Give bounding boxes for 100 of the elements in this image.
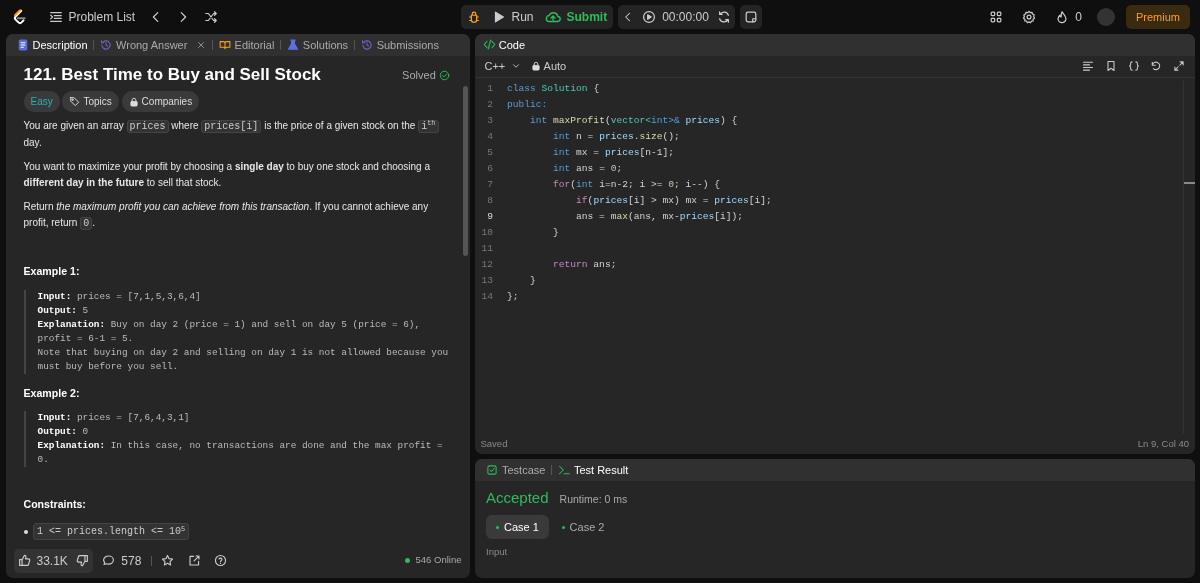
solved-status: Solved bbox=[402, 67, 450, 84]
language-dropdown[interactable]: C++ bbox=[480, 56, 526, 77]
line-number: 8 bbox=[486, 193, 494, 208]
code-line: int n = prices.size(); bbox=[552, 129, 681, 144]
online-count: 546 Online bbox=[415, 553, 462, 568]
comment-icon bbox=[102, 554, 116, 568]
example-block: Input: prices = [7,1,5,3,6,4] Output: 5 Explanation: Buy on day 2 (price = 1) and sell on day 5 (price = 6), profit = 6-1 = 5. Note that buying on day 2 and selling on day 1 is not allowed because you must buy before you sell. bbox=[23, 289, 450, 374]
line-number: 5 bbox=[486, 145, 494, 160]
panel-tab[interactable]: Solutions bbox=[283, 36, 352, 54]
bug-icon bbox=[466, 9, 481, 24]
panel-tab[interactable]: Description bbox=[13, 36, 91, 54]
problem-title: 121. Best Time to Buy and Sell Stock bbox=[23, 65, 321, 86]
shuffle-icon bbox=[203, 9, 218, 24]
verdict: Accepted bbox=[486, 487, 549, 508]
line-number: 9 bbox=[486, 209, 494, 224]
note-icon bbox=[744, 9, 759, 24]
case-tab[interactable]: Case 1 bbox=[486, 514, 549, 540]
code-line: } bbox=[552, 225, 560, 240]
saved-status: Saved bbox=[480, 436, 508, 451]
cursor-marker bbox=[1183, 181, 1195, 184]
topics-tag[interactable]: Topics bbox=[62, 91, 119, 113]
code-line: public: bbox=[507, 97, 549, 112]
code-line: int ans = 0; bbox=[552, 161, 624, 176]
terminal-icon bbox=[557, 464, 570, 477]
thumbs-down-icon bbox=[75, 554, 89, 568]
code-icon bbox=[483, 38, 496, 52]
share-icon bbox=[187, 554, 201, 568]
list-icon bbox=[48, 9, 63, 24]
close-icon bbox=[196, 39, 207, 50]
line-number: 2 bbox=[486, 97, 494, 112]
code-line: return ans; bbox=[552, 257, 618, 272]
check-circle-icon bbox=[438, 69, 450, 81]
expand-icon bbox=[1173, 60, 1185, 73]
runtime: Runtime: 0 ms bbox=[559, 491, 628, 507]
run-button[interactable]: Run bbox=[486, 5, 539, 28]
cursor-position: Ln 9, Col 40 bbox=[1137, 436, 1189, 451]
example-heading: Example 2: bbox=[23, 385, 81, 401]
code-tab[interactable]: Code bbox=[483, 36, 526, 54]
code-line: int mx = prices[n-1]; bbox=[552, 145, 675, 160]
grid-icon bbox=[989, 9, 1004, 24]
description-paragraph: Return the maximum profit you can achieve from this transaction. If you cannot achieve any profit, return 0 . bbox=[23, 199, 430, 232]
case-tab[interactable]: Case 2 bbox=[551, 514, 615, 540]
code-line: if(prices[i] > mx) mx = prices[i]; bbox=[575, 193, 773, 208]
panel-tab[interactable]: Testcase bbox=[483, 462, 549, 479]
comments-button[interactable]: 578 bbox=[98, 549, 146, 572]
code-line: } bbox=[529, 273, 537, 288]
problem-list-button[interactable]: Problem List bbox=[44, 5, 140, 28]
lock-icon bbox=[128, 96, 139, 107]
panel-tab[interactable]: Wrong Answer bbox=[97, 36, 191, 54]
code-line: class Solution { bbox=[507, 81, 601, 96]
document-icon bbox=[16, 38, 29, 51]
example-block: Input: prices = [7,6,4,3,1] Output: 0 Explanation: In this case, no transactions are done and the max profit = 0. bbox=[23, 411, 450, 468]
submit-button[interactable]: Submit bbox=[539, 5, 613, 28]
description-paragraph: You are given an array prices where prices[i] is the price of a given stock on the i$^{th}$ day. bbox=[23, 117, 450, 151]
bookmark-icon bbox=[1104, 60, 1117, 73]
input-label: Input bbox=[486, 544, 509, 559]
premium-button[interactable]: Premium bbox=[1126, 4, 1190, 30]
panel-tab[interactable]: Submissions bbox=[357, 36, 442, 54]
braces-icon bbox=[1127, 60, 1140, 73]
line-number: 11 bbox=[480, 241, 494, 256]
play-circle-icon bbox=[642, 9, 657, 24]
difficulty-tag[interactable]: Easy bbox=[23, 91, 60, 113]
line-number: 3 bbox=[486, 113, 494, 128]
history-icon bbox=[360, 38, 373, 51]
auto-mode[interactable]: Auto bbox=[530, 58, 567, 75]
lock-icon bbox=[530, 61, 541, 72]
lines-icon bbox=[1082, 60, 1094, 73]
companies-tag[interactable]: Companies bbox=[121, 91, 200, 113]
online-dot bbox=[405, 558, 411, 564]
streak-button[interactable]: 0 bbox=[1051, 5, 1086, 28]
code-line: for(int i=n-2; i >= 0; i--) { bbox=[552, 177, 722, 192]
line-number: 7 bbox=[486, 177, 494, 192]
line-number: 1 bbox=[486, 81, 494, 96]
line-number: 4 bbox=[486, 129, 494, 144]
bullet bbox=[23, 529, 28, 534]
help-icon bbox=[214, 554, 228, 568]
flask-icon bbox=[286, 38, 299, 51]
panel-tab[interactable]: Editorial bbox=[215, 36, 278, 54]
tag-icon bbox=[69, 96, 81, 108]
line-number: 12 bbox=[480, 257, 494, 272]
thumbs-up-icon bbox=[17, 554, 31, 568]
code-line: ans = max(ans, mx-prices[i]); bbox=[575, 209, 745, 224]
star-icon bbox=[161, 554, 175, 568]
example-heading: Example 1: bbox=[23, 263, 81, 279]
panel-tab[interactable]: Test Result bbox=[554, 462, 632, 479]
refresh-icon bbox=[716, 9, 731, 24]
constraints-heading: Constraints: bbox=[23, 497, 87, 513]
undo-icon bbox=[1150, 60, 1163, 73]
settings-icon bbox=[1022, 9, 1037, 24]
history-icon bbox=[100, 38, 113, 51]
code-line: int maxProfit(vector<int>& prices) { bbox=[529, 113, 739, 128]
line-number: 14 bbox=[480, 289, 494, 304]
line-number: 10 bbox=[480, 225, 494, 240]
book-icon bbox=[218, 38, 231, 51]
notes-button[interactable] bbox=[740, 4, 763, 29]
constraint: 1 <= prices.length <= 10$^{5}$ bbox=[33, 523, 190, 541]
line-number: 6 bbox=[486, 161, 494, 176]
line-number: 13 bbox=[480, 273, 494, 288]
description-paragraph: You want to maximize your profit by choosing a single day to buy one stock and choosing a different day in the future to sell that stock. bbox=[23, 159, 432, 190]
code-line: }; bbox=[507, 289, 520, 304]
